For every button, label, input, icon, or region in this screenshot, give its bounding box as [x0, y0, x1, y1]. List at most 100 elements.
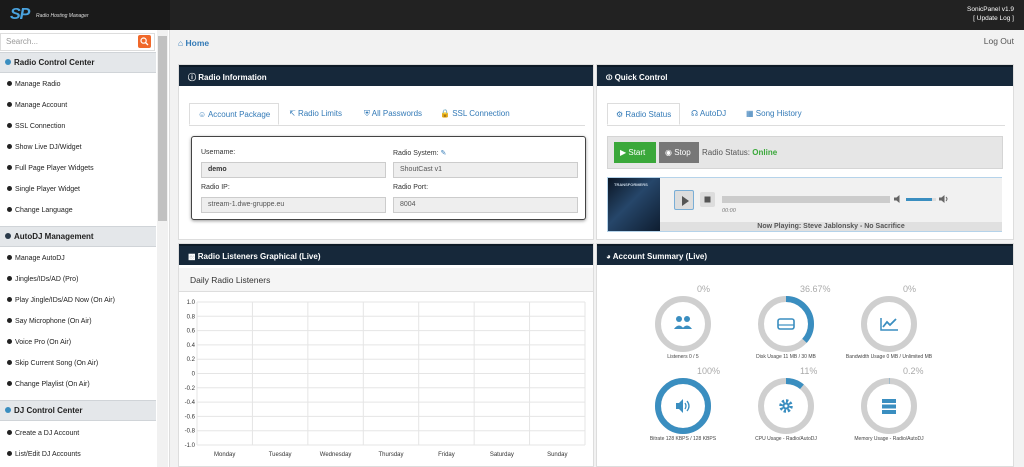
- stop-media-button[interactable]: [700, 192, 715, 207]
- seek-bar[interactable]: [722, 196, 890, 203]
- tab-label: Radio Status: [625, 110, 672, 119]
- sidebar-item-create-dj[interactable]: Create a DJ Account: [7, 430, 79, 437]
- section-icon: [5, 59, 11, 65]
- stop-icon: [704, 196, 711, 203]
- pie-chart-icon: ◕: [606, 252, 613, 261]
- section-icon: [5, 233, 11, 239]
- x-tick-label: Sunday: [547, 452, 567, 458]
- section-title: Radio Control Center: [14, 58, 95, 67]
- x-tick-label: Monday: [214, 452, 235, 458]
- panel-title: Account Summary (Live): [612, 252, 708, 261]
- update-log-link[interactable]: [ Update Log ]: [967, 14, 1014, 23]
- start-button[interactable]: ▶ Start: [614, 142, 656, 163]
- sidebar-item-live-dj[interactable]: Show Live DJ/Widget: [7, 144, 82, 151]
- username-field: demo: [201, 162, 386, 178]
- sidebar-item-single-player[interactable]: Single Player Widget: [7, 186, 80, 193]
- search-icon: [140, 37, 149, 46]
- account-summary-panel: ◕ Account Summary (Live) 0% Listeners 0 /…: [596, 243, 1014, 467]
- y-tick-label: -0.4: [185, 400, 196, 406]
- section-icon: [5, 407, 11, 413]
- sidebar-item-microphone[interactable]: Say Microphone (On Air): [7, 318, 92, 325]
- play-button[interactable]: [674, 190, 694, 210]
- headphones-icon: ☊: [691, 109, 700, 118]
- volume-fill: [906, 198, 932, 201]
- y-tick-label: -0.8: [185, 429, 196, 435]
- chart-heading: Daily Radio Listeners: [179, 268, 593, 292]
- search-button[interactable]: [138, 35, 151, 48]
- mute-icon[interactable]: [893, 194, 903, 204]
- y-tick-label: 0.6: [187, 329, 196, 335]
- top-bar: SP Radio Hosting Manager SonicPanel v1.9…: [0, 0, 1024, 30]
- sidebar-item-manage-account[interactable]: Manage Account: [7, 102, 67, 109]
- status-label: Radio Status:: [702, 148, 751, 157]
- x-tick-label: Wednesday: [320, 452, 352, 458]
- shield-icon: ⛨: [364, 109, 372, 118]
- summary-caption: Bitrate 128 KBPS / 128 KBPS: [649, 436, 717, 442]
- user-circle-icon: ☺: [198, 110, 208, 119]
- y-tick-label: 0.2: [187, 357, 196, 363]
- power-icon: ⏼: [606, 73, 615, 82]
- version-info: SonicPanel v1.9 [ Update Log ]: [967, 5, 1014, 23]
- panel-title: Quick Control: [614, 73, 668, 82]
- brand[interactable]: SP Radio Hosting Manager: [0, 0, 170, 30]
- summary-percent: 0.2%: [903, 366, 924, 376]
- radio-port-label: Radio Port:: [393, 184, 429, 191]
- tab-label: All Passwords: [371, 109, 423, 118]
- sidebar-scrollbar[interactable]: [157, 30, 168, 467]
- tab-autodj[interactable]: ☊ AutoDJ: [683, 103, 734, 125]
- chart-icon: ↸: [289, 109, 298, 118]
- control-bar: ▶ Start ◉ Stop Radio Status: Online: [607, 136, 1003, 169]
- section-autodj[interactable]: AutoDJ Management: [0, 226, 156, 247]
- section-dj-control[interactable]: DJ Control Center: [0, 400, 156, 421]
- tab-ssl-connection[interactable]: 🔒 SSL Connection: [432, 103, 518, 125]
- search-input[interactable]: Search...: [0, 33, 155, 51]
- scroll-thumb[interactable]: [158, 36, 167, 221]
- tab-label: Account Package: [207, 110, 271, 119]
- account-package-box: Username: demo Radio System: ✎ ShoutCast…: [191, 136, 586, 220]
- tab-radio-limits[interactable]: ↸ Radio Limits: [281, 103, 350, 125]
- tab-song-history[interactable]: ▦ Song History: [738, 103, 810, 125]
- audio-player: TRANSFORMERS 00:00 Now Playing: Steve Ja…: [607, 177, 1002, 232]
- tab-all-passwords[interactable]: ⛨ All Passwords: [356, 103, 430, 125]
- radio-port-field: 8004: [393, 197, 578, 213]
- sidebar-item-manage-autodj[interactable]: Manage AutoDJ: [7, 255, 65, 262]
- tab-account-package[interactable]: ☺ Account Package: [189, 103, 280, 125]
- sidebar-item-change-playlist[interactable]: Change Playlist (On Air): [7, 381, 90, 388]
- logout-link[interactable]: Log Out: [984, 36, 1014, 46]
- radio-system-field: ShoutCast v1: [393, 162, 578, 178]
- gear-icon: ⚙: [616, 110, 626, 119]
- volume-max-icon[interactable]: [938, 194, 949, 204]
- time-display: 00:00: [722, 208, 736, 214]
- summary-caption: Memory Usage - Radio/AutoDJ: [854, 436, 924, 442]
- sidebar-item-list-dj[interactable]: List/Edit DJ Accounts: [7, 451, 81, 458]
- quick-control-panel: ⏼ Quick Control ⚙ Radio Status ☊ AutoDJ …: [596, 64, 1014, 240]
- tab-radio-status[interactable]: ⚙ Radio Status: [607, 103, 681, 125]
- panel-header: ⓘ Radio Information: [179, 65, 593, 86]
- tab-label: Radio Limits: [297, 109, 342, 118]
- stop-button[interactable]: ◉ Stop: [659, 142, 699, 163]
- sidebar-item-play-jingle[interactable]: Play Jingle/IDs/AD Now (On Air): [7, 297, 115, 304]
- chart-icon: [861, 296, 917, 352]
- sidebar-item-manage-radio[interactable]: Manage Radio: [7, 81, 61, 88]
- sidebar-item-jingles[interactable]: Jingles/IDs/AD (Pro): [7, 276, 78, 283]
- sidebar-item-voice-pro[interactable]: Voice Pro (On Air): [7, 339, 71, 346]
- calendar-icon: ▦: [746, 109, 756, 118]
- sidebar-item-ssl[interactable]: SSL Connection: [7, 123, 65, 130]
- summary-ring: [756, 294, 816, 354]
- volume-slider[interactable]: [906, 198, 936, 201]
- sidebar-item-skip-song[interactable]: Skip Current Song (On Air): [7, 360, 98, 367]
- summary-percent: 11%: [800, 366, 818, 376]
- breadcrumb[interactable]: ⌂ Home: [178, 38, 209, 48]
- listeners-panel: ▩ Radio Listeners Graphical (Live) Daily…: [178, 243, 594, 467]
- breadcrumb-home[interactable]: Home: [186, 38, 210, 48]
- stop-label: Stop: [674, 148, 691, 157]
- sidebar-item-full-player[interactable]: Full Page Player Widgets: [7, 165, 94, 172]
- volume-icon: [655, 378, 711, 434]
- sidebar-item-language[interactable]: Change Language: [7, 207, 73, 214]
- section-radio-control[interactable]: Radio Control Center: [0, 52, 156, 73]
- pencil-icon[interactable]: ✎: [440, 150, 446, 157]
- listeners-chart: 1.0 0.8 0.6 0.4 0.2 0 -0.2 -0.4 -0.6 -0.8 -1.0 Mond…: [185, 300, 586, 458]
- panel-title: Radio Listeners Graphical (Live): [197, 252, 321, 261]
- radio-ip-field: stream-1.dwe-gruppe.eu: [201, 197, 386, 213]
- gear-icon: [758, 378, 814, 434]
